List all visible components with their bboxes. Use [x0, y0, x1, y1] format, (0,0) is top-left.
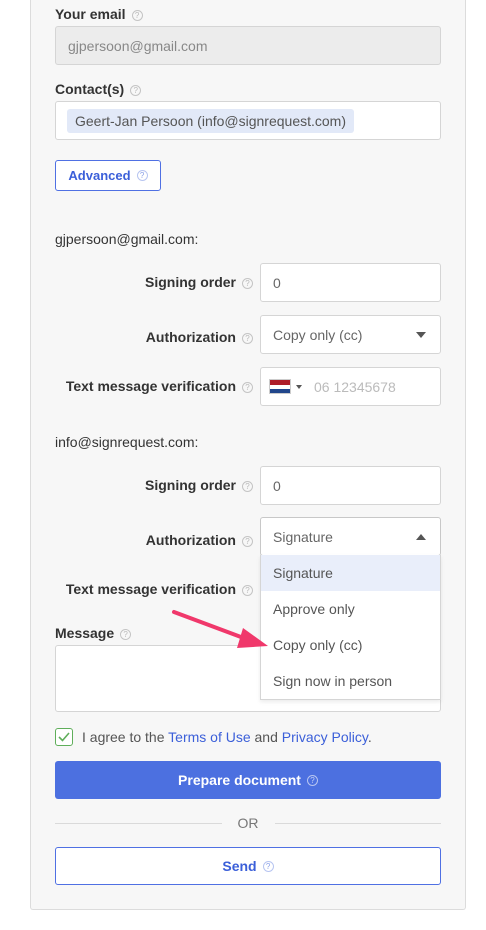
- dropdown-option-signature[interactable]: Signature: [261, 555, 440, 591]
- help-icon[interactable]: ?: [242, 585, 253, 596]
- signer-email-heading: info@signrequest.com:: [55, 434, 199, 450]
- annotation-arrow: [172, 610, 268, 648]
- help-icon[interactable]: ?: [242, 481, 253, 492]
- signing-order-label: Signing order?: [100, 477, 253, 493]
- dropdown-option-sign-in-person[interactable]: Sign now in person: [261, 663, 440, 699]
- country-dropdown-icon[interactable]: [296, 384, 302, 389]
- send-button[interactable]: Send?: [55, 847, 441, 885]
- phone-placeholder: 06 12345678: [314, 378, 396, 395]
- sms-verification-label: Text message verification?: [55, 581, 253, 597]
- sms-verification-label: Text message verification?: [55, 378, 253, 394]
- your-email-field: gjpersoon@gmail.com: [55, 26, 441, 65]
- checkbox-checked-icon: [58, 732, 70, 742]
- chevron-down-icon: [416, 331, 426, 338]
- privacy-policy-link[interactable]: Privacy Policy: [282, 729, 368, 745]
- terms-of-use-link[interactable]: Terms of Use: [168, 729, 250, 745]
- agree-checkbox[interactable]: [55, 728, 73, 746]
- help-icon[interactable]: ?: [130, 85, 142, 96]
- authorization-label: Authorization?: [100, 532, 253, 548]
- dropdown-option-copy-only[interactable]: Copy only (cc): [261, 627, 440, 663]
- message-label: Message?: [55, 625, 132, 641]
- signing-order-input[interactable]: 0: [260, 466, 441, 505]
- agree-text: I agree to the Terms of Use and Privacy …: [82, 729, 372, 745]
- help-icon[interactable]: ?: [120, 629, 132, 640]
- help-icon[interactable]: ?: [242, 536, 253, 547]
- phone-input[interactable]: 06 12345678: [260, 367, 441, 406]
- authorization-select[interactable]: Copy only (cc): [260, 315, 441, 354]
- advanced-button[interactable]: Advanced?: [55, 160, 161, 191]
- authorization-label: Authorization?: [100, 329, 253, 345]
- or-divider: OR: [55, 814, 441, 832]
- chevron-up-icon: [416, 533, 426, 540]
- signing-order-label: Signing order?: [100, 274, 253, 290]
- netherlands-flag-icon[interactable]: [269, 379, 291, 394]
- help-icon[interactable]: ?: [242, 333, 253, 344]
- prepare-document-button[interactable]: Prepare document?: [55, 761, 441, 799]
- authorization-dropdown-menu: Signature Approve only Copy only (cc) Si…: [260, 555, 441, 700]
- contacts-label: Contact(s)?: [55, 81, 142, 97]
- signer-email-heading: gjpersoon@gmail.com:: [55, 231, 199, 247]
- help-icon[interactable]: ?: [242, 278, 253, 289]
- help-icon[interactable]: ?: [242, 382, 253, 393]
- help-icon: ?: [306, 774, 318, 786]
- dropdown-option-approve-only[interactable]: Approve only: [261, 591, 440, 627]
- your-email-label: Your email?: [55, 6, 143, 22]
- authorization-select-open[interactable]: Signature: [260, 517, 441, 556]
- contact-tag[interactable]: Geert-Jan Persoon (info@signrequest.com): [67, 108, 354, 133]
- help-icon: ?: [262, 860, 274, 872]
- signing-order-input[interactable]: 0: [260, 263, 441, 302]
- contacts-field[interactable]: Geert-Jan Persoon (info@signrequest.com): [55, 101, 441, 140]
- help-icon[interactable]: ?: [131, 10, 143, 21]
- help-icon: ?: [136, 170, 148, 181]
